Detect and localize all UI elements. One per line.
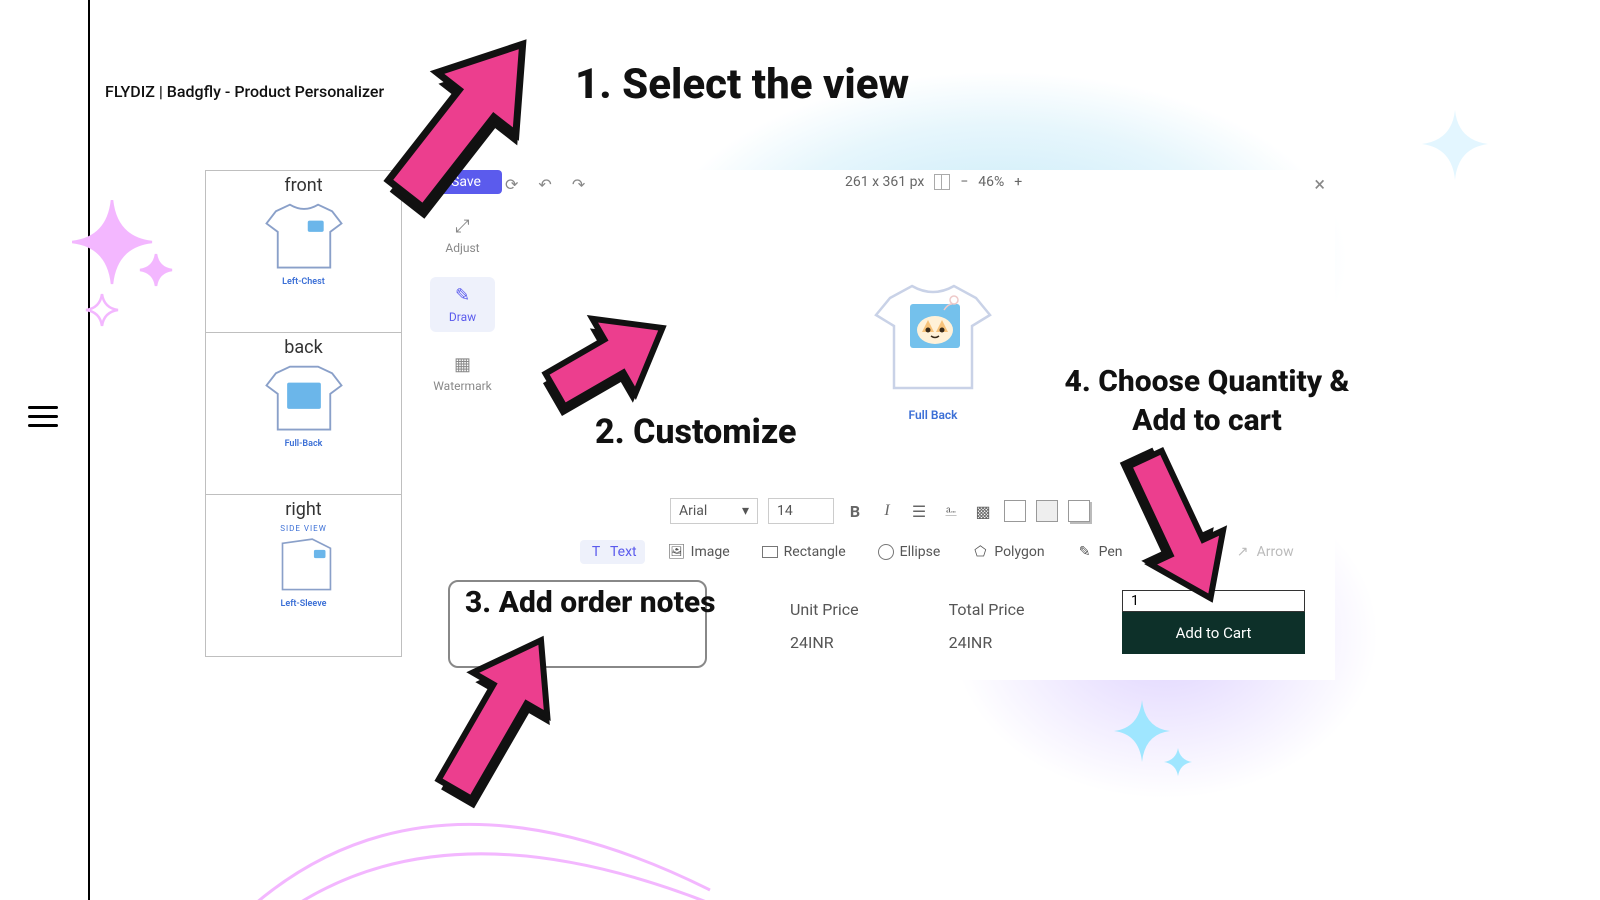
callout-arrow-icon: [358, 12, 558, 246]
menu-hamburger-icon[interactable]: [28, 400, 58, 433]
image-icon: ▦: [430, 354, 495, 375]
tool-watermark[interactable]: ▦ Watermark: [430, 346, 495, 401]
insert-label: Ellipse: [900, 544, 941, 560]
total-price-block: Total Price 24INR: [949, 600, 1025, 652]
insert-label: Rectangle: [784, 544, 846, 560]
view-option-right[interactable]: right SIDE VIEW Left-Sleeve: [206, 495, 401, 656]
view-sublabel: Left-Chest: [282, 277, 325, 287]
view-label: right: [285, 499, 321, 520]
italic-icon[interactable]: I: [876, 502, 898, 520]
tool-draw[interactable]: ✎ Draw: [430, 277, 495, 332]
text-icon: T: [588, 544, 604, 560]
close-icon[interactable]: ×: [1314, 172, 1325, 196]
zoom-level: 46%: [978, 174, 1004, 190]
view-sublabel: Full-Back: [285, 439, 323, 449]
redo-icon[interactable]: ↷: [572, 175, 585, 194]
canvas-info: 261 x 361 px − 46% +: [845, 174, 1022, 190]
add-to-cart-button[interactable]: Add to Cart: [1122, 612, 1305, 654]
canvas-dimensions: 261 x 361 px: [845, 174, 924, 190]
vertical-divider: [88, 0, 90, 900]
sparkle-icon: [72, 200, 182, 330]
insert-ellipse[interactable]: Ellipse: [870, 540, 949, 564]
callout-select-view: 1. Select the view: [575, 60, 909, 109]
tshirt-front-icon: [254, 200, 354, 275]
bold-icon[interactable]: B: [844, 502, 866, 521]
sparkle-icon: [1420, 110, 1490, 190]
sparkle-icon: [1108, 700, 1198, 800]
vertical-text-icon[interactable]: ⎁: [940, 501, 962, 521]
callout-customize: 2. Customize: [595, 412, 796, 452]
shadow-icon[interactable]: [1068, 500, 1090, 522]
chevron-down-icon: ▾: [742, 503, 749, 519]
align-icon[interactable]: ☰: [908, 502, 930, 521]
tool-label: Watermark: [433, 379, 492, 393]
border-icon[interactable]: [1004, 500, 1026, 522]
page-title: FLYDIZ | Badgfly - Product Personalizer: [105, 82, 384, 101]
callout-arrow-icon: [400, 620, 590, 824]
preview-tshirt-icon: [868, 280, 998, 400]
price-area: Unit Price 24INR Total Price 24INR: [790, 600, 1025, 652]
callout-add-to-cart: 4. Choose Quantity &Add to cart: [1042, 362, 1372, 440]
zoom-in-icon[interactable]: +: [1014, 174, 1022, 190]
rectangle-icon: [762, 544, 778, 560]
font-family-select[interactable]: Arial ▾: [670, 498, 758, 524]
unit-price-label: Unit Price: [790, 600, 859, 619]
fill-icon[interactable]: [1036, 500, 1058, 522]
ellipse-icon: [878, 544, 894, 560]
insert-image[interactable]: 🖼 Image: [661, 540, 738, 564]
view-sublabel: Left-Sleeve: [281, 599, 327, 609]
pattern-icon[interactable]: ▩: [972, 502, 994, 521]
font-size-input[interactable]: 14: [768, 498, 834, 524]
insert-text[interactable]: T Text: [580, 540, 645, 564]
insert-label: Image: [691, 544, 730, 560]
view-option-back[interactable]: back Full-Back: [206, 333, 401, 495]
font-name: Arial: [679, 503, 707, 519]
unit-price-value: 24INR: [790, 633, 859, 652]
insert-polygon[interactable]: ⬠ Polygon: [964, 540, 1052, 564]
preview-caption: Full Back: [863, 408, 1003, 422]
tool-label: Draw: [449, 310, 476, 324]
aspect-icon[interactable]: [934, 174, 950, 190]
insert-label: Text: [610, 544, 637, 560]
unit-price-block: Unit Price 24INR: [790, 600, 859, 652]
zoom-out-icon[interactable]: −: [960, 174, 968, 190]
tshirt-back-icon: [254, 362, 354, 437]
insert-label: Polygon: [994, 544, 1044, 560]
view-label: back: [284, 337, 322, 358]
pencil-icon: ✎: [430, 285, 495, 306]
pen-icon: ✎: [1077, 544, 1093, 560]
view-caption: SIDE VIEW: [280, 524, 327, 533]
total-price-label: Total Price: [949, 600, 1025, 619]
total-price-value: 24INR: [949, 633, 1025, 652]
insert-rectangle[interactable]: Rectangle: [754, 540, 854, 564]
image-icon: 🖼: [669, 544, 685, 560]
tshirt-side-icon: [259, 535, 349, 597]
callout-arrow-icon: [1095, 432, 1255, 616]
callout-order-notes: 3. Add order notes: [465, 585, 715, 620]
insert-label: Arrow: [1257, 544, 1294, 560]
view-label: front: [284, 175, 322, 196]
polygon-icon: ⬠: [972, 544, 988, 560]
text-format-toolbar: Arial ▾ 14 B I ☰ ⎁ ▩: [670, 498, 1090, 524]
product-preview: Full Back: [863, 280, 1003, 422]
